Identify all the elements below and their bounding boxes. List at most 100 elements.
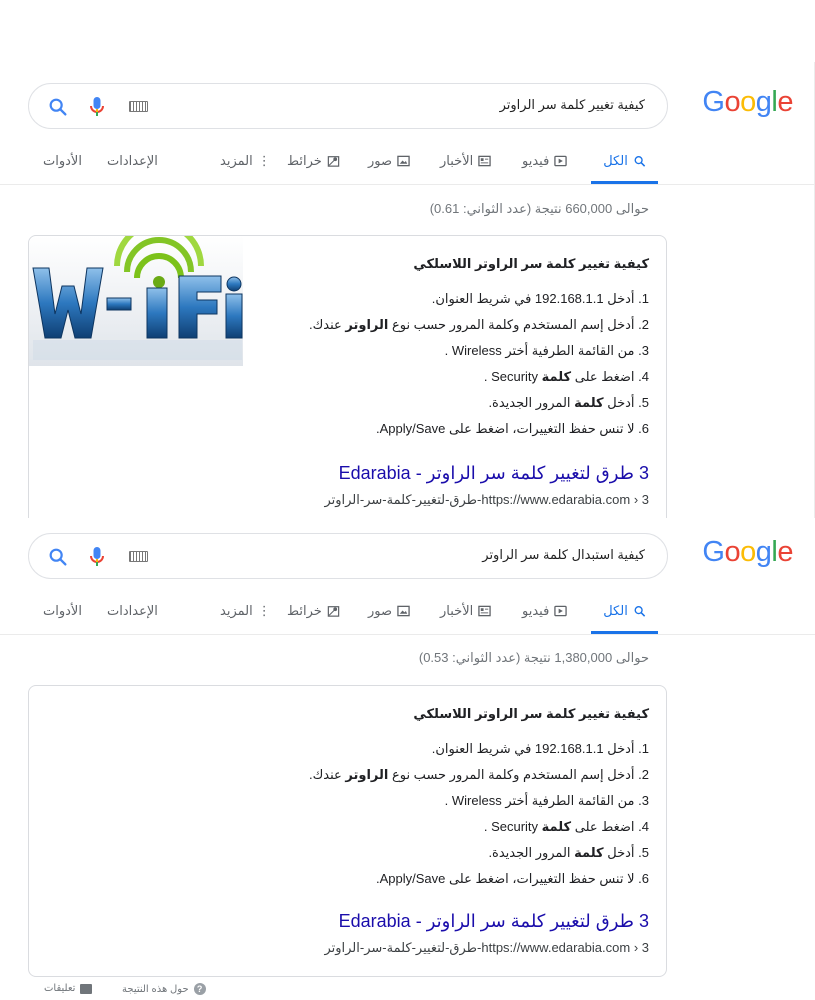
step-bold: كلمة [574,845,604,860]
tab-label: الإعدادات [107,603,158,618]
tab-maps[interactable]: خرائط [287,138,340,184]
tab-videos[interactable]: فيديو [522,138,568,184]
step-number: 3. [638,343,649,358]
featured-snippet: كيفية تغيير كلمة سر الراوتر اللاسلكي 1. … [28,235,667,518]
step-item: 3. من القائمة الطرفية أختر Wireless . [309,788,649,814]
about-result-label: حول هذه النتيجة [122,983,189,995]
step-text: المرور الجديدة. [488,395,575,410]
step-item: 5. أدخل كلمة المرور الجديدة. [309,390,649,416]
keyboard-icon[interactable] [129,101,148,112]
step-text: من القائمة الطرفية أختر Wireless . [444,343,635,358]
search-icon [634,156,646,167]
tab-tools[interactable]: الأدوات [43,138,82,184]
step-text: أدخل 192.168.1.1 في شريط العنوان. [431,291,635,306]
tab-all[interactable]: الكل [591,588,658,634]
microphone-icon[interactable] [87,545,107,569]
news-icon [478,155,491,167]
step-bold: الراوتر [345,767,389,782]
step-number: 1. [638,741,649,756]
step-text: أدخل [603,845,635,860]
step-number: 2. [638,317,649,332]
step-number: 5. [638,845,649,860]
search-tabs: الكل فيديو الأخبار صور خرائط ⋮ المزيد ال… [0,138,815,184]
step-item: 4. اضغط على كلمة Security . [309,364,649,390]
microphone-icon[interactable] [87,95,107,119]
search-tabs: الكل فيديو الأخبار صور خرائط ⋮ المزيد ال… [0,588,815,634]
logo-letter: o [740,536,756,568]
tab-settings[interactable]: الإعدادات [107,588,158,634]
result-url[interactable]: https://www.edarabia.com › 3-طرق-لتغيير-… [324,940,649,956]
step-number: 4. [638,369,649,384]
tab-tools[interactable]: الأدوات [43,588,82,634]
search-results-panel-2: Google كيفية استبدال كلمة سر الراوتر الك… [0,528,815,1000]
step-text: أدخل إسم المستخدم وكلمة المرور حسب نوع [388,767,635,782]
tab-images[interactable]: صور [368,588,410,634]
step-number: 2. [638,767,649,782]
keyboard-icon[interactable] [129,551,148,562]
step-bold: كلمة [541,369,572,384]
google-logo[interactable]: Google [702,86,793,119]
tab-settings[interactable]: الإعدادات [107,138,158,184]
tab-more[interactable]: ⋮ المزيد [220,588,271,634]
tab-label: الأخبار [440,603,474,618]
step-text: المرور الجديدة. [488,845,575,860]
tab-label: فيديو [522,603,550,618]
tab-label: الأدوات [43,153,82,168]
tab-label: فيديو [522,153,550,168]
vertical-dots-icon: ⋮ [257,603,271,618]
tab-label: الكل [603,603,628,618]
tab-news[interactable]: الأخبار [440,588,491,634]
step-text: من القائمة الطرفية أختر Wireless . [444,793,635,808]
tab-all[interactable]: الكل [591,138,658,184]
result-url[interactable]: https://www.edarabia.com › 3-طرق-لتغيير-… [324,492,649,508]
tab-videos[interactable]: فيديو [522,588,568,634]
search-results-panel-1: Google كيفية تغيير كلمة سر الراوتر الكل … [0,0,815,518]
logo-letter: g [755,86,772,118]
tab-maps[interactable]: خرائط [287,588,340,634]
logo-letter: G [702,536,725,568]
map-pin-icon [327,606,340,617]
search-box[interactable]: كيفية استبدال كلمة سر الراوتر [28,533,668,579]
step-number: 4. [638,819,649,834]
step-bold: كلمة [574,395,604,410]
search-input[interactable]: كيفية استبدال كلمة سر الراوتر [482,547,645,563]
tab-label: الكل [603,153,628,168]
featured-snippet: كيفية تغيير كلمة سر الراوتر اللاسلكي 1. … [28,685,667,977]
step-text: عندك. [308,767,346,782]
feedback-link[interactable]: تعليقات [44,983,93,994]
feedback-icon [80,983,93,994]
help-icon: ? [193,983,206,995]
tab-label: صور [368,153,393,168]
result-title-link[interactable]: 3 طرق لتغيير كلمة سر الراوتر - Edarabia [339,911,649,932]
wifi-image[interactable] [29,236,243,366]
search-icon[interactable] [47,546,69,568]
google-logo[interactable]: Google [702,536,793,569]
step-item: 2. أدخل إسم المستخدم وكلمة المرور حسب نو… [309,762,649,788]
tab-label: المزيد [220,603,253,618]
result-stats: حوالى 1,380,000 نتيجة (عدد الثواني: 0.53… [418,650,649,665]
tab-label: الأدوات [43,603,82,618]
vertical-dots-icon: ⋮ [257,153,271,168]
logo-letter: G [702,86,725,118]
tab-news[interactable]: الأخبار [440,138,491,184]
result-title-link[interactable]: 3 طرق لتغيير كلمة سر الراوتر - Edarabia [339,463,649,484]
search-icon[interactable] [47,96,69,118]
tab-label: الإعدادات [107,153,158,168]
tab-more[interactable]: ⋮ المزيد [220,138,271,184]
step-bold: كلمة [541,819,572,834]
step-number: 6. [638,421,649,436]
tab-images[interactable]: صور [368,138,410,184]
step-text: عندك. [308,317,346,332]
tabs-divider [0,184,815,185]
snippet-title: كيفية تغيير كلمة سر الراوتر اللاسلكي [413,706,649,721]
steps-list: 1. أدخل 192.168.1.1 في شريط العنوان. 2. … [309,286,649,442]
search-box[interactable]: كيفية تغيير كلمة سر الراوتر [28,83,668,129]
tabs-divider [0,634,815,635]
logo-letter: e [777,86,793,118]
step-number: 6. [638,871,649,886]
about-result-link[interactable]: ? حول هذه النتيجة [122,983,206,995]
tab-label: المزيد [220,153,253,168]
logo-letter: o [724,86,741,118]
snippet-title: كيفية تغيير كلمة سر الراوتر اللاسلكي [413,256,649,271]
search-input[interactable]: كيفية تغيير كلمة سر الراوتر [500,97,645,113]
